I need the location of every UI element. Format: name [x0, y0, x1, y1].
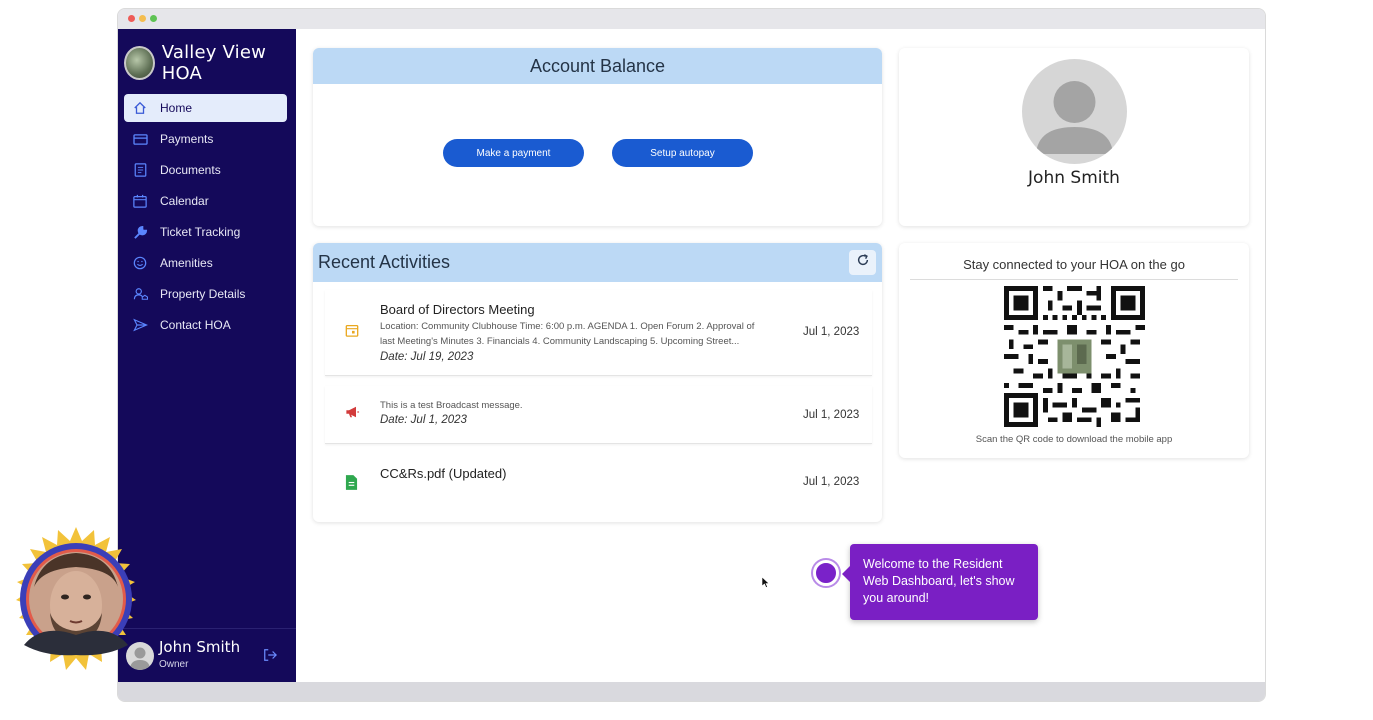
file-icon: [345, 475, 358, 493]
activity-posted-date: Jul 1, 2023: [803, 409, 860, 421]
sidebar-item-calendar[interactable]: Calendar: [124, 187, 287, 215]
sidebar-nav: Home Payments Documents Calendar Ticket …: [124, 94, 287, 342]
sidebar-item-contact-hoa[interactable]: Contact HOA: [124, 311, 287, 339]
activity-posted-date: Jul 1, 2023: [803, 476, 860, 488]
webcam-overlay: [16, 527, 136, 670]
qr-code-card: Stay connected to your HOA on the go Sca…: [899, 243, 1249, 458]
tour-text-line3: you around!: [863, 591, 930, 605]
hoa-logo: [124, 46, 155, 80]
activity-date: Date: Jul 19, 2023: [380, 351, 474, 363]
calendar-event-icon: [345, 323, 359, 340]
sidebar-item-label: Calendar: [160, 194, 209, 208]
brand[interactable]: Valley View HOA: [124, 42, 296, 84]
close-window-dot[interactable]: [128, 15, 135, 22]
profile-card: John Smith: [899, 48, 1249, 226]
credit-card-icon: [132, 131, 148, 147]
profile-avatar[interactable]: [1022, 59, 1127, 164]
sidebar-item-label: Ticket Tracking: [160, 225, 241, 239]
qr-code-image[interactable]: [1004, 286, 1145, 427]
activity-date: Date: Jul 1, 2023: [380, 414, 467, 426]
bottom-bar: [118, 682, 1265, 701]
activity-body-line1: Location: Community Clubhouse Time: 6:00…: [380, 321, 755, 332]
tour-hotspot[interactable]: [813, 560, 839, 586]
recent-activities-title: Recent Activities: [313, 243, 882, 282]
tour-text-line2: Web Dashboard, let's show: [863, 574, 1015, 588]
megaphone-icon: [345, 405, 360, 422]
recent-activities-card: Recent Activities Board of Directors Mee…: [313, 243, 882, 522]
smiley-icon: [132, 255, 148, 271]
main-content: Account Balance Make a payment Setup aut…: [296, 29, 1265, 684]
mouse-cursor-icon: [761, 576, 770, 591]
sidebar-item-property-details[interactable]: Property Details: [124, 280, 287, 308]
qr-title: Stay connected to your HOA on the go: [963, 257, 1185, 272]
list-item[interactable]: Board of Directors Meeting Location: Com…: [325, 290, 872, 376]
sidebar-item-label: Documents: [160, 163, 221, 177]
sidebar-item-label: Amenities: [160, 256, 213, 270]
minimize-window-dot[interactable]: [139, 15, 146, 22]
sidebar-item-label: Property Details: [160, 287, 246, 301]
refresh-button[interactable]: [849, 250, 876, 275]
activity-posted-date: Jul 1, 2023: [803, 326, 860, 338]
sidebar-item-amenities[interactable]: Amenities: [124, 249, 287, 277]
account-balance-title: Account Balance: [313, 48, 882, 84]
activity-title: Board of Directors Meeting: [380, 302, 535, 317]
sidebar-item-ticket-tracking[interactable]: Ticket Tracking: [124, 218, 287, 246]
divider: [910, 279, 1238, 280]
make-payment-button[interactable]: Make a payment: [443, 139, 584, 167]
brand-name: Valley View HOA: [161, 42, 267, 84]
title-bar: [118, 9, 1265, 29]
account-balance-card: Account Balance Make a payment Setup aut…: [313, 48, 882, 226]
tour-tooltip[interactable]: Welcome to the Resident Web Dashboard, l…: [842, 544, 1038, 620]
wrench-icon: [132, 224, 148, 240]
activity-body-line2: last Meeting's Minutes 3. Financials 4. …: [380, 336, 740, 347]
sidebar-item-label: Contact HOA: [160, 318, 231, 332]
sidebar-item-payments[interactable]: Payments: [124, 125, 287, 153]
user-name: John Smith: [159, 638, 241, 656]
sidebar-item-label: Payments: [160, 132, 214, 146]
app-window: Valley View HOA Home Payments Documents: [117, 8, 1266, 702]
user-house-icon: [132, 286, 148, 302]
maximize-window-dot[interactable]: [150, 15, 157, 22]
list-item[interactable]: This is a test Broadcast message. Date: …: [325, 386, 872, 444]
qr-caption: Scan the QR code to download the mobile …: [975, 434, 1173, 445]
logout-icon[interactable]: [263, 648, 277, 665]
activity-title: CC&Rs.pdf (Updated): [380, 466, 507, 481]
list-item[interactable]: CC&Rs.pdf (Updated) Jul 1, 2023: [325, 454, 872, 512]
sidebar-item-label: Home: [160, 101, 193, 115]
sidebar-item-documents[interactable]: Documents: [124, 156, 287, 184]
sidebar-item-home[interactable]: Home: [124, 94, 287, 122]
calendar-icon: [132, 193, 148, 209]
document-icon: [132, 162, 148, 178]
home-icon: [132, 100, 148, 116]
tour-text-line1: Welcome to the Resident: [863, 557, 1003, 571]
send-icon: [132, 317, 148, 333]
setup-autopay-button[interactable]: Setup autopay: [612, 139, 753, 167]
profile-name: John Smith: [1028, 168, 1120, 188]
user-role: Owner: [159, 659, 189, 670]
refresh-icon: [856, 253, 870, 272]
activity-body-line1: This is a test Broadcast message.: [380, 400, 523, 411]
